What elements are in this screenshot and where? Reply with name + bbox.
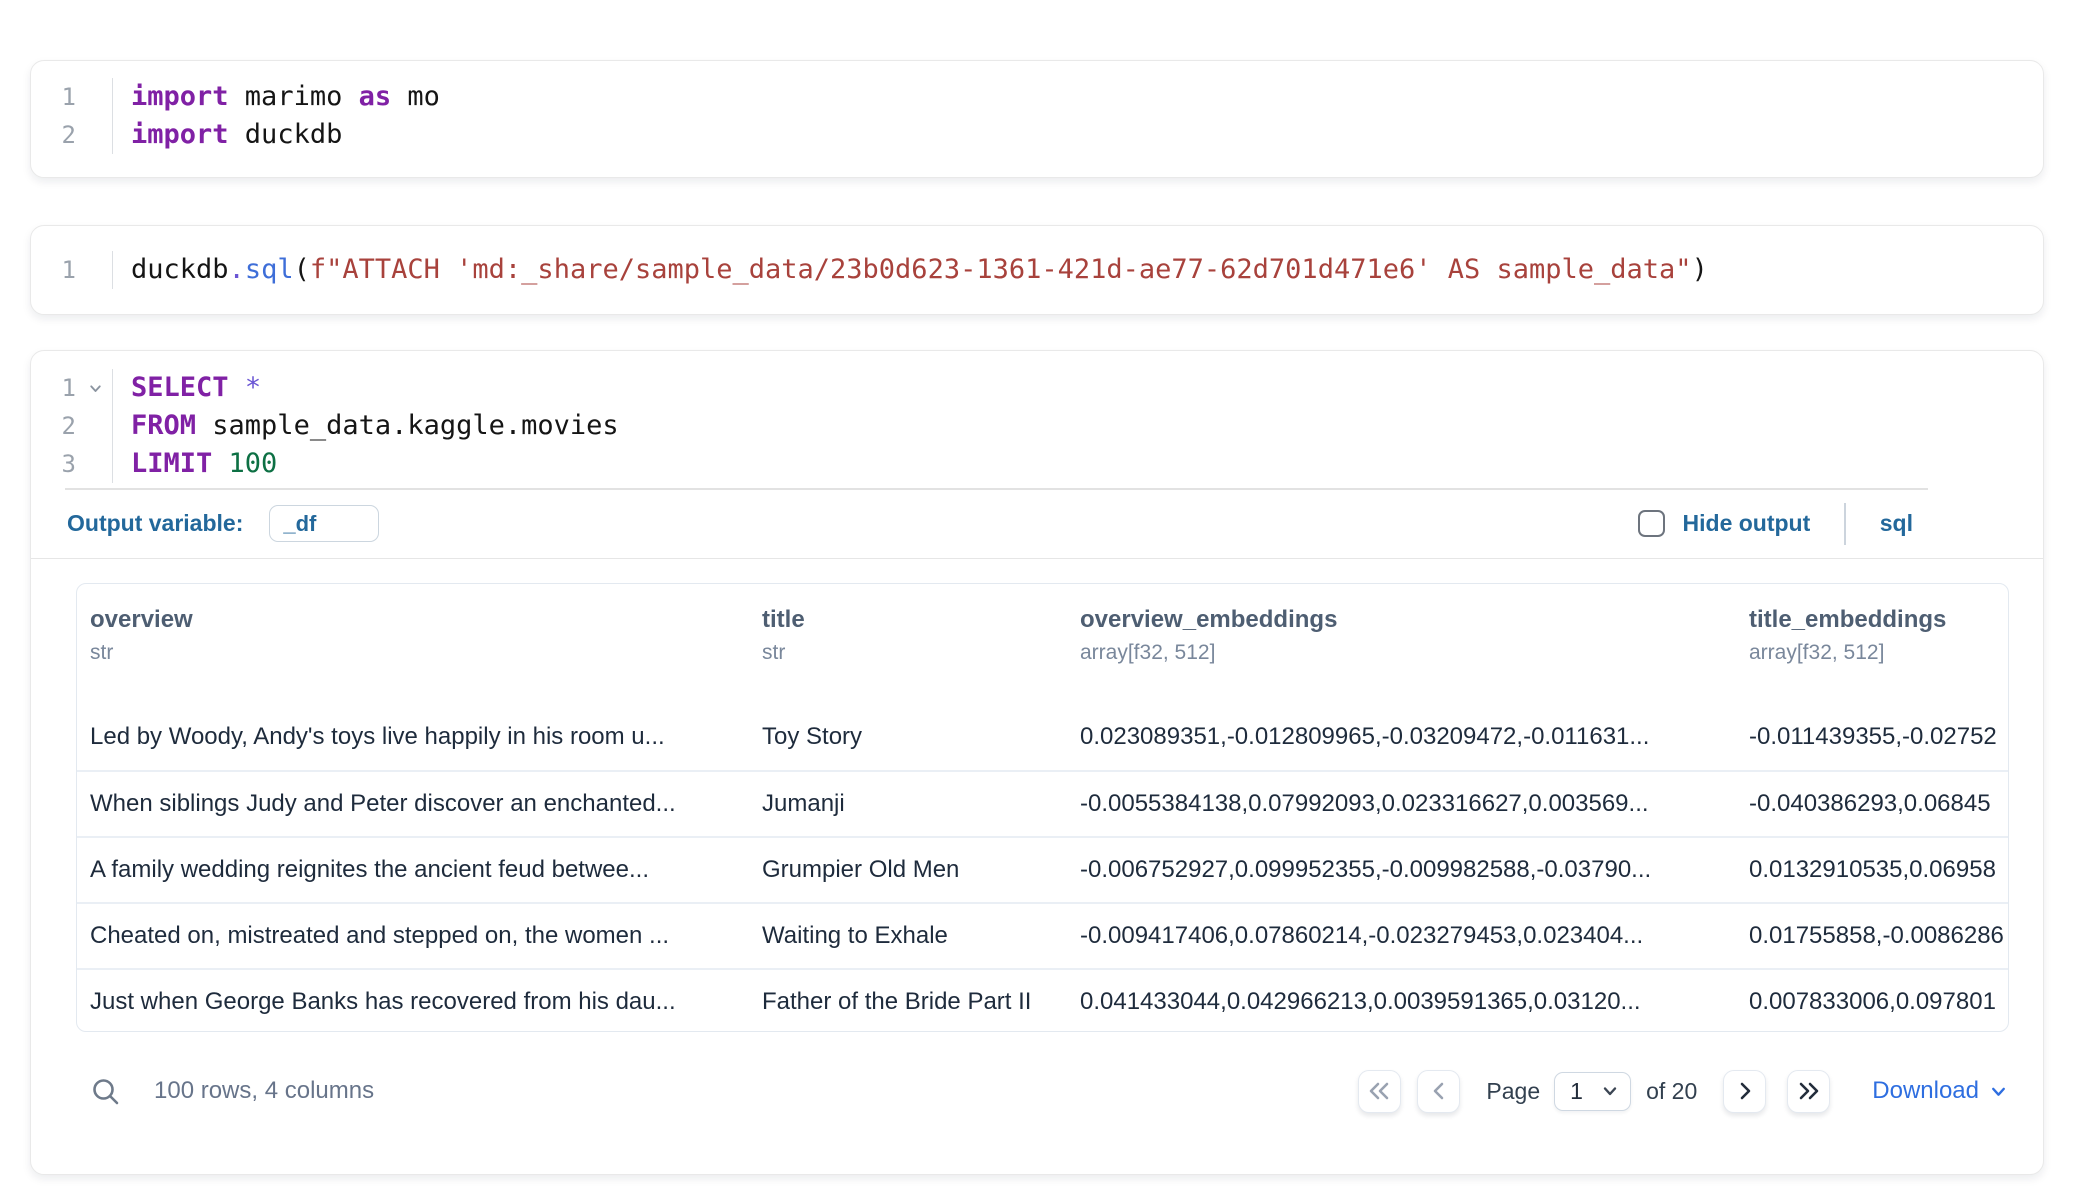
table-cell: When siblings Judy and Peter discover an… xyxy=(90,771,762,837)
column-header[interactable]: title_embeddings array[f32, 512] xyxy=(1749,606,2008,704)
column-name: overview xyxy=(90,606,762,634)
search-icon xyxy=(90,1076,121,1107)
next-page-button[interactable] xyxy=(1723,1070,1766,1113)
chevron-down-icon xyxy=(1600,1081,1620,1101)
first-page-button[interactable] xyxy=(1358,1070,1401,1113)
table-cell: Grumpier Old Men xyxy=(762,837,1080,903)
code-line: SELECT * xyxy=(131,369,2043,407)
page-label: Page xyxy=(1486,1078,1540,1105)
code-editor[interactable]: SELECT *FROM sample_data.kaggle.moviesLI… xyxy=(113,369,2043,483)
last-page-button[interactable] xyxy=(1787,1070,1830,1113)
download-button[interactable]: Download xyxy=(1872,1077,2009,1105)
column-header[interactable]: title str xyxy=(762,606,1080,704)
line-number: 2 xyxy=(31,407,76,445)
table-cell: Waiting to Exhale xyxy=(762,903,1080,969)
sql-cell-footer: Output variable: Hide output sql xyxy=(31,490,2043,558)
table-row[interactable]: Cheated on, mistreated and stepped on, t… xyxy=(77,902,2008,968)
line-number: 1 xyxy=(31,78,76,116)
table-cell: -0.040386293,0.06845 xyxy=(1749,771,2008,837)
column-dtype: array[f32, 512] xyxy=(1080,641,1749,665)
table-row[interactable]: When siblings Judy and Peter discover an… xyxy=(77,770,2008,836)
code-line: FROM sample_data.kaggle.movies xyxy=(131,407,2043,445)
page-select[interactable]: 1 xyxy=(1554,1072,1631,1111)
code-line: import duckdb xyxy=(131,116,2043,154)
double-chevron-left-icon xyxy=(1366,1079,1393,1103)
table-cell: 0.023089351,-0.012809965,-0.03209472,-0.… xyxy=(1080,704,1749,770)
previous-page-button[interactable] xyxy=(1417,1070,1460,1113)
page-select-value: 1 xyxy=(1570,1078,1600,1105)
table-cell: A family wedding reignites the ancient f… xyxy=(90,837,762,903)
table-cell: Jumanji xyxy=(762,771,1080,837)
hide-output-label[interactable]: Hide output xyxy=(1683,510,1811,537)
table-header-row: overviewstrtitlestroverview_embeddingsar… xyxy=(77,584,2008,704)
table-row[interactable]: Just when George Banks has recovered fro… xyxy=(77,968,2008,1032)
row-count-summary: 100 rows, 4 columns xyxy=(154,1077,374,1105)
table-cell: Cheated on, mistreated and stepped on, t… xyxy=(90,903,762,969)
dataframe-table: overviewstrtitlestroverview_embeddingsar… xyxy=(76,583,2009,1032)
table-footer: 100 rows, 4 columns Page 1 xyxy=(76,1059,2009,1123)
table-cell: 0.007833006,0.097801 xyxy=(1749,969,2008,1032)
line-numbers: 123 xyxy=(31,369,113,483)
divider xyxy=(1844,503,1846,545)
chevron-down-icon xyxy=(1988,1081,2009,1102)
code-cell-imports: 12 import marimo as moimport duckdb xyxy=(30,60,2044,178)
code-line: LIMIT 100 xyxy=(131,445,2043,483)
table-row[interactable]: Led by Woody, Andy's toys live happily i… xyxy=(77,704,2008,770)
line-number: 1 xyxy=(31,251,76,289)
language-toggle-sql[interactable]: sql xyxy=(1880,510,1913,537)
page-total-label: of 20 xyxy=(1646,1078,1697,1105)
pagination: Page 1 of 20 xyxy=(1358,1070,2009,1113)
column-name: title_embeddings xyxy=(1749,606,2008,634)
table-cell: Toy Story xyxy=(762,704,1080,770)
download-label: Download xyxy=(1872,1077,1979,1105)
table-cell: Led by Woody, Andy's toys live happily i… xyxy=(90,704,762,770)
table-cell: 0.041433044,0.042966213,0.0039591365,0.0… xyxy=(1080,969,1749,1032)
table-cell: -0.006752927,0.099952355,-0.009982588,-0… xyxy=(1080,837,1749,903)
table-cell: 0.0132910535,0.06958 xyxy=(1749,837,2008,903)
table-row[interactable]: A family wedding reignites the ancient f… xyxy=(77,836,2008,902)
chevron-left-icon xyxy=(1427,1079,1451,1103)
table-cell: Just when George Banks has recovered fro… xyxy=(90,969,762,1032)
sql-cell: 123 SELECT *FROM sample_data.kaggle.movi… xyxy=(30,350,2044,1175)
hide-output-checkbox[interactable] xyxy=(1638,510,1665,537)
table-cell: -0.009417406,0.07860214,-0.023279453,0.0… xyxy=(1080,903,1749,969)
cell-output: overviewstrtitlestroverview_embeddingsar… xyxy=(31,559,2043,1174)
table-cell: Father of the Bride Part II xyxy=(762,969,1080,1032)
table-cell: -0.0055384138,0.07992093,0.023316627,0.0… xyxy=(1080,771,1749,837)
search-button[interactable] xyxy=(90,1076,121,1107)
column-dtype: str xyxy=(762,641,1080,665)
line-number: 3 xyxy=(31,445,76,483)
double-chevron-right-icon xyxy=(1795,1079,1822,1103)
chevron-right-icon xyxy=(1733,1079,1757,1103)
output-variable-input[interactable] xyxy=(269,505,379,542)
line-numbers: 12 xyxy=(31,78,113,154)
line-number: 1 xyxy=(31,369,76,407)
column-header[interactable]: overview_embeddings array[f32, 512] xyxy=(1080,606,1749,704)
line-numbers: 1 xyxy=(31,251,113,289)
column-dtype: str xyxy=(90,641,762,665)
fold-chevron-down-icon[interactable] xyxy=(87,380,104,397)
column-name: overview_embeddings xyxy=(1080,606,1749,634)
output-variable-label: Output variable: xyxy=(67,510,243,537)
code-cell-attach: 1 duckdb.sql(f"ATTACH 'md:_share/sample_… xyxy=(30,225,2044,315)
table-cell: -0.011439355,-0.02752 xyxy=(1749,704,2008,770)
code-editor[interactable]: duckdb.sql(f"ATTACH 'md:_share/sample_da… xyxy=(113,251,2043,289)
column-name: title xyxy=(762,606,1080,634)
column-header[interactable]: overview str xyxy=(90,606,762,704)
line-number: 2 xyxy=(31,116,76,154)
table-cell: 0.01755858,-0.0086286 xyxy=(1749,903,2008,969)
code-line: duckdb.sql(f"ATTACH 'md:_share/sample_da… xyxy=(131,251,2043,289)
code-line: import marimo as mo xyxy=(131,78,2043,116)
column-dtype: array[f32, 512] xyxy=(1749,641,2008,665)
code-editor[interactable]: import marimo as moimport duckdb xyxy=(113,78,2043,154)
